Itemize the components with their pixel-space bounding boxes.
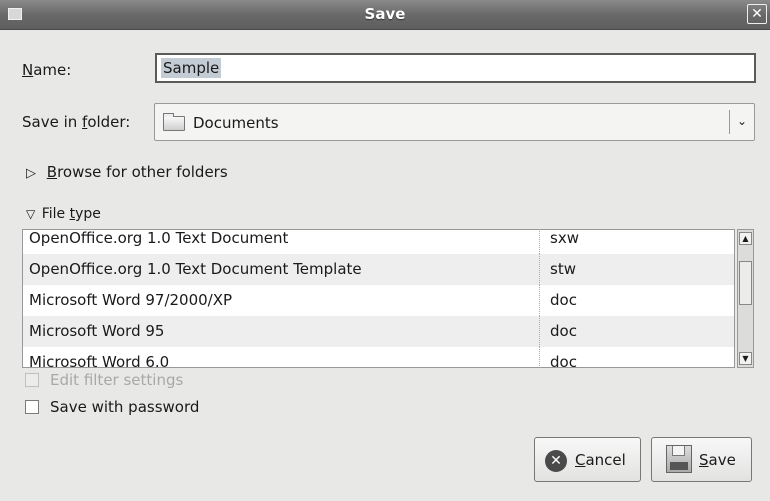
cancel-label: Cancel xyxy=(575,451,626,469)
name-input[interactable]: Sample xyxy=(155,53,756,83)
scrollbar-thumb[interactable] xyxy=(739,261,752,305)
list-item[interactable]: Microsoft Word 95 doc xyxy=(23,316,734,347)
list-item[interactable]: OpenOffice.org 1.0 Text Document Templat… xyxy=(23,254,734,285)
scroll-up-icon[interactable]: ▲ xyxy=(739,232,752,245)
close-button[interactable]: ✕ xyxy=(747,4,767,24)
list-item[interactable]: Microsoft Word 97/2000/XP doc xyxy=(23,285,734,316)
expander-down-icon: ▽ xyxy=(26,207,36,221)
window-title: Save xyxy=(364,5,406,23)
browse-expander[interactable]: ▷ Browse for other folders xyxy=(26,163,228,181)
edit-filter-checkbox[interactable] xyxy=(25,373,39,387)
name-label: Name: xyxy=(22,61,72,79)
scroll-down-icon[interactable]: ▼ xyxy=(739,352,752,365)
file-type-list[interactable]: OpenOffice.org 1.0 Text Document sxw Ope… xyxy=(22,229,735,368)
file-type-expander[interactable]: ▽ File type xyxy=(26,206,101,222)
combo-separator xyxy=(729,110,730,134)
save-in-folder-combo[interactable]: Documents ⌄ xyxy=(154,103,755,141)
expander-right-icon: ▷ xyxy=(26,166,36,181)
folder-icon xyxy=(163,113,185,131)
cancel-icon: ✕ xyxy=(545,450,567,472)
title-bar: Save ✕ xyxy=(0,0,770,30)
folder-value: Documents xyxy=(193,114,279,132)
browse-label: Browse for other folders xyxy=(46,163,228,181)
cancel-button[interactable]: ✕ Cancel xyxy=(534,437,641,482)
save-label: Save xyxy=(699,451,736,469)
floppy-disk-icon xyxy=(666,445,692,473)
list-scrollbar[interactable]: ▲ ▼ xyxy=(737,229,754,368)
folder-label: Save in folder: xyxy=(22,113,131,131)
save-button[interactable]: Save xyxy=(651,437,752,482)
edit-filter-label: Edit filter settings xyxy=(50,371,184,389)
file-type-label: File type xyxy=(41,206,101,222)
name-input-value: Sample xyxy=(161,58,222,78)
save-password-checkbox[interactable] xyxy=(25,400,39,414)
save-password-label: Save with password xyxy=(50,398,200,416)
list-item[interactable]: Microsoft Word 6.0 doc xyxy=(23,347,734,367)
list-item[interactable]: OpenOffice.org 1.0 Text Document sxw xyxy=(23,230,734,254)
chevron-down-icon: ⌄ xyxy=(736,114,747,128)
